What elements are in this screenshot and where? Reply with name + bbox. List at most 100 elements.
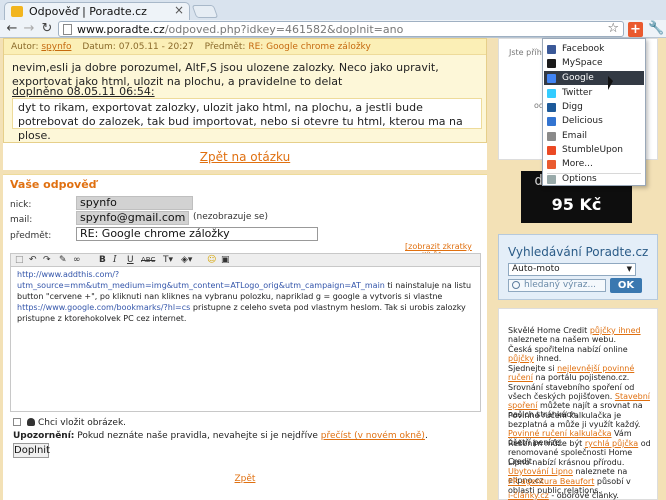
image-icon[interactable]: ▣	[221, 254, 230, 266]
share-menu-options[interactable]: Options	[544, 174, 644, 185]
promo-text: Lipno nabízí krásnou přírodu.	[508, 458, 625, 467]
promo-text: ihned.	[533, 354, 562, 363]
promo-text: Sjednejte si	[508, 364, 558, 373]
promo-link[interactable]: půjčky	[508, 354, 534, 363]
share-item-label: Digg	[562, 102, 583, 112]
back-row: Zpět na otázku	[3, 143, 487, 170]
search-icon	[512, 281, 520, 289]
digg-icon	[547, 103, 556, 112]
promo-text: na portálu pojisteno.cz.	[532, 373, 630, 382]
strikethrough-button[interactable]: ABC	[141, 254, 155, 266]
submit-button[interactable]: Doplnit	[13, 443, 50, 458]
addthis-extension-icon[interactable]: +	[628, 22, 643, 37]
stumbleupon-icon	[547, 146, 556, 155]
smiley-icon[interactable]: ☺	[207, 254, 216, 266]
user-icon	[27, 418, 35, 426]
promo-item: Skvělé Home Credit půjčky ihned naleznet…	[508, 326, 653, 344]
paste-icon[interactable]: ✎	[59, 254, 67, 266]
browser-toolbar: ← → ↻ www.poradte.cz/odpoved.php?idkey=4…	[0, 20, 666, 38]
promo-box: Skvělé Home Credit půjčky ihned naleznet…	[498, 308, 658, 500]
plus-icon	[547, 160, 556, 169]
wrench-menu-icon[interactable]: 🔧	[648, 21, 664, 36]
wrench-icon	[547, 175, 556, 184]
share-item-stumbleupon[interactable]: StumbleUpon	[544, 143, 644, 157]
back-arrow-icon[interactable]: ←	[4, 22, 20, 36]
site-search-widget: Vyhledávání Poradte.cz Auto-moto ▼ hleda…	[498, 234, 658, 300]
promo-link[interactable]: Povinné ručení kalkulačka	[508, 429, 612, 438]
share-item-digg[interactable]: Digg	[544, 100, 644, 114]
post-edited-note: doplněno 08.05.11 06:54:	[12, 85, 155, 98]
ad-price: 95 Kč	[551, 195, 602, 214]
promo-text: - oborové články.	[548, 491, 619, 500]
promo-text: Povinné ručení kalkulačka je bezplatná a…	[508, 411, 641, 429]
reload-icon[interactable]: ↻	[39, 22, 55, 36]
insert-image-checkbox[interactable]	[13, 418, 21, 426]
promo-link[interactable]: PR agentura Beaufort	[508, 477, 594, 486]
share-item-twitter[interactable]: Twitter	[544, 86, 644, 100]
editor-toolbar: □ ↶ ↷ ✎ ∞ B I U ABC T▾ ◈▾ ☺ ▣	[10, 253, 481, 267]
bookmark-star-icon[interactable]: ☆	[607, 21, 619, 36]
promo-link[interactable]: i-články.cz	[508, 491, 549, 500]
date-label: Datum:	[82, 42, 116, 52]
chevron-down-icon: ▼	[626, 265, 632, 273]
forward-arrow-icon[interactable]: →	[21, 22, 37, 36]
italic-button[interactable]: I	[113, 254, 117, 266]
insert-image-row: Chci vložit obrázek.	[13, 418, 126, 428]
share-item-label: Google	[562, 73, 594, 83]
rules-link[interactable]: přečíst (v novém okně)	[321, 431, 425, 441]
search-input[interactable]: hledaný výraz...	[508, 279, 606, 292]
warning-end: .	[424, 431, 428, 441]
close-tab-icon[interactable]: ×	[174, 3, 184, 17]
browser-tab[interactable]: Odpověď | Poradte.cz ×	[4, 2, 190, 20]
underline-button[interactable]: U	[127, 254, 134, 266]
tab-title: Odpověď | Poradte.cz	[29, 5, 147, 18]
promo-item: Česká spořitelna nabízí online půjčky ih…	[508, 345, 653, 363]
new-tab-button[interactable]	[191, 5, 219, 18]
author-label: Autor:	[11, 42, 39, 52]
back-to-question-link[interactable]: Zpět na otázku	[3, 150, 487, 164]
subject-input[interactable]: RE: Google chrome záložky	[76, 227, 318, 241]
address-bar[interactable]: www.poradte.cz/odpoved.php?idkey=461582&…	[58, 21, 624, 37]
email-icon	[547, 132, 556, 141]
promo-link[interactable]: půjčky ihned	[590, 326, 641, 335]
search-ok-button[interactable]: OK	[610, 278, 642, 293]
author-link[interactable]: spynfo	[41, 42, 71, 52]
main-column: Autor: spynfo Datum: 07.05.11 - 20:27 Př…	[3, 38, 487, 500]
promo-text: Skvělé Home Credit	[508, 326, 590, 335]
nick-input[interactable]: spynfo	[76, 196, 193, 210]
editor-link-google-bookmarks[interactable]: https://www.google.com/bookmarks/?hl=cs	[17, 303, 190, 312]
subject-field-label: předmět:	[10, 231, 52, 241]
font-size-icon[interactable]: T▾	[163, 254, 173, 266]
share-item-delicious[interactable]: Delicious	[544, 114, 644, 128]
redo-icon[interactable]: ↷	[43, 254, 51, 266]
share-item-google[interactable]: Google	[544, 71, 644, 85]
options-label: Options	[562, 174, 597, 184]
mail-input[interactable]: spynfo@gmail.com	[76, 211, 189, 225]
share-item-more[interactable]: More...	[544, 157, 644, 171]
share-item-facebook[interactable]: Facebook	[544, 42, 644, 56]
share-item-label: More...	[562, 159, 593, 169]
category-select[interactable]: Auto-moto ▼	[508, 263, 636, 276]
editor-link-addthis[interactable]: http://www.addthis.com/?utm_source=mm&ut…	[17, 270, 385, 290]
category-select-value: Auto-moto	[512, 264, 560, 274]
promo-item: Sjednejte si nejlevnější povinné ručení …	[508, 364, 653, 382]
promo-link[interactable]: rychlá půjčka	[585, 439, 638, 448]
warning-text: Pokud neznáte naše pravidla, nevahejte s…	[74, 431, 321, 441]
promo-link[interactable]: Ubytování Lipno	[508, 467, 573, 476]
search-widget-title: Vyhledávání Poradte.cz	[508, 245, 649, 259]
editor-source-icon[interactable]: □	[15, 254, 24, 266]
share-item-email[interactable]: Email	[544, 129, 644, 143]
font-color-icon[interactable]: ◈▾	[181, 254, 192, 266]
reply-editor[interactable]: http://www.addthis.com/?utm_source=mm&ut…	[10, 267, 481, 412]
undo-icon[interactable]: ↶	[29, 254, 37, 266]
share-item-myspace[interactable]: MySpace	[544, 56, 644, 70]
bold-button[interactable]: B	[99, 254, 106, 266]
address-url[interactable]: www.poradte.cz/odpoved.php?idkey=461582&…	[77, 23, 403, 36]
promo-text: Česká spořitelna nabízí online	[508, 345, 628, 354]
link-icon[interactable]: ∞	[73, 254, 81, 266]
promo-item: i-články.cz - oborové články.	[508, 491, 653, 500]
mail-note: (nezobrazuje se)	[193, 212, 268, 222]
bottom-back-link[interactable]: Zpět	[3, 474, 487, 484]
promo-text: Řešením může být	[508, 439, 585, 448]
share-item-label: MySpace	[562, 58, 603, 68]
